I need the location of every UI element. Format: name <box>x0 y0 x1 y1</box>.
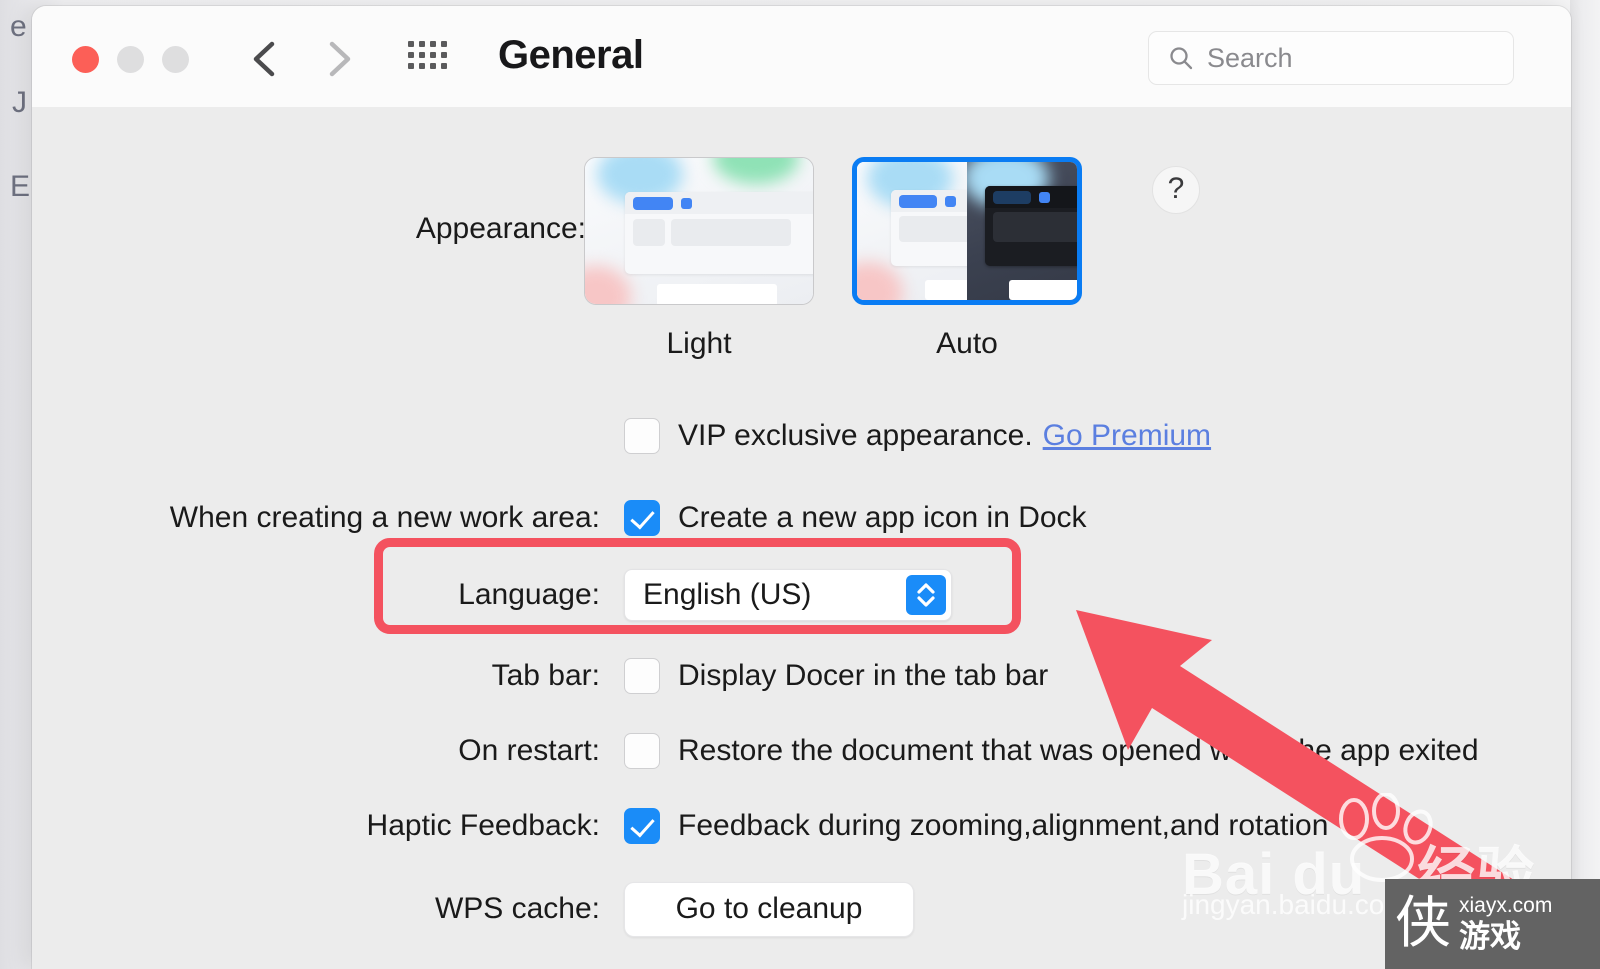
language-row: Language: English (US) <box>32 569 1571 621</box>
appearance-thumbnail-light[interactable] <box>584 157 814 305</box>
appearance-option-light[interactable]: Light <box>584 157 814 361</box>
chevron-up-down-icon[interactable] <box>906 575 946 615</box>
appearance-label: Appearance: <box>415 212 586 245</box>
maximize-window-button[interactable] <box>162 46 189 73</box>
restore-document-checkbox[interactable] <box>624 733 660 769</box>
go-to-cleanup-button[interactable]: Go to cleanup <box>624 881 914 937</box>
wps-cache-row: WPS cache: Go to cleanup <box>32 881 1571 937</box>
vip-exclusive-checkbox[interactable] <box>624 418 660 454</box>
display-docer-checkbox[interactable] <box>624 658 660 694</box>
on-restart-label: On restart: <box>458 734 600 767</box>
appearance-section: Appearance: Light Auto ? <box>32 107 1571 367</box>
language-label: Language: <box>458 578 600 611</box>
haptic-feedback-checkbox[interactable] <box>624 808 660 844</box>
appearance-thumbnail-auto[interactable] <box>852 157 1082 305</box>
search-input[interactable]: Search <box>1148 31 1514 85</box>
settings-content: Appearance: Light Auto ? VIP exclusive a… <box>32 107 1571 969</box>
vip-exclusive-label: VIP exclusive appearance. <box>678 419 1033 452</box>
display-docer-label: Display Docer in the tab bar <box>678 659 1049 692</box>
preferences-window: General Search Appearance: Light Auto ? … <box>32 6 1571 969</box>
grid-apps-icon[interactable] <box>408 41 448 75</box>
new-work-area-row: When creating a new work area: Create a … <box>32 494 1571 542</box>
language-select[interactable]: English (US) <box>624 569 952 621</box>
haptic-feedback-text: Feedback during zooming,alignment,and ro… <box>678 809 1329 842</box>
on-restart-row: On restart: Restore the document that wa… <box>32 727 1571 775</box>
help-button[interactable]: ? <box>1152 166 1200 214</box>
wps-cache-label: WPS cache: <box>434 892 600 925</box>
tab-bar-label: Tab bar: <box>491 659 600 692</box>
window-titlebar: General Search <box>32 6 1571 108</box>
appearance-caption-auto: Auto <box>936 327 998 360</box>
desktop-right-strip <box>1570 0 1600 969</box>
background-letter-j: J <box>12 86 28 119</box>
page-title: General <box>498 33 644 77</box>
chevron-left-icon[interactable] <box>244 36 284 82</box>
tab-bar-row: Tab bar: Display Docer in the tab bar <box>32 652 1571 700</box>
haptic-feedback-row: Haptic Feedback: Feedback during zooming… <box>32 802 1571 850</box>
restore-document-label: Restore the document that was opened whe… <box>678 734 1479 767</box>
go-premium-link[interactable]: Go Premium <box>1043 419 1211 453</box>
vip-appearance-row: VIP exclusive appearance. Go Premium <box>32 412 1571 460</box>
create-app-icon-label: Create a new app icon in Dock <box>678 501 1087 534</box>
close-window-button[interactable] <box>72 46 99 73</box>
background-letter-e: e <box>10 10 28 43</box>
haptic-feedback-label: Haptic Feedback: <box>366 809 600 842</box>
chevron-right-icon[interactable] <box>320 36 360 82</box>
appearance-caption-light: Light <box>666 327 732 360</box>
minimize-window-button[interactable] <box>117 46 144 73</box>
search-placeholder: Search <box>1207 42 1293 73</box>
appearance-option-auto[interactable]: Auto <box>852 157 1082 361</box>
background-letter-E: E <box>10 170 31 203</box>
search-icon <box>1170 47 1193 70</box>
create-app-icon-checkbox[interactable] <box>624 500 660 536</box>
new-work-area-label: When creating a new work area: <box>169 501 600 534</box>
language-selected-value: English (US) <box>643 578 812 611</box>
